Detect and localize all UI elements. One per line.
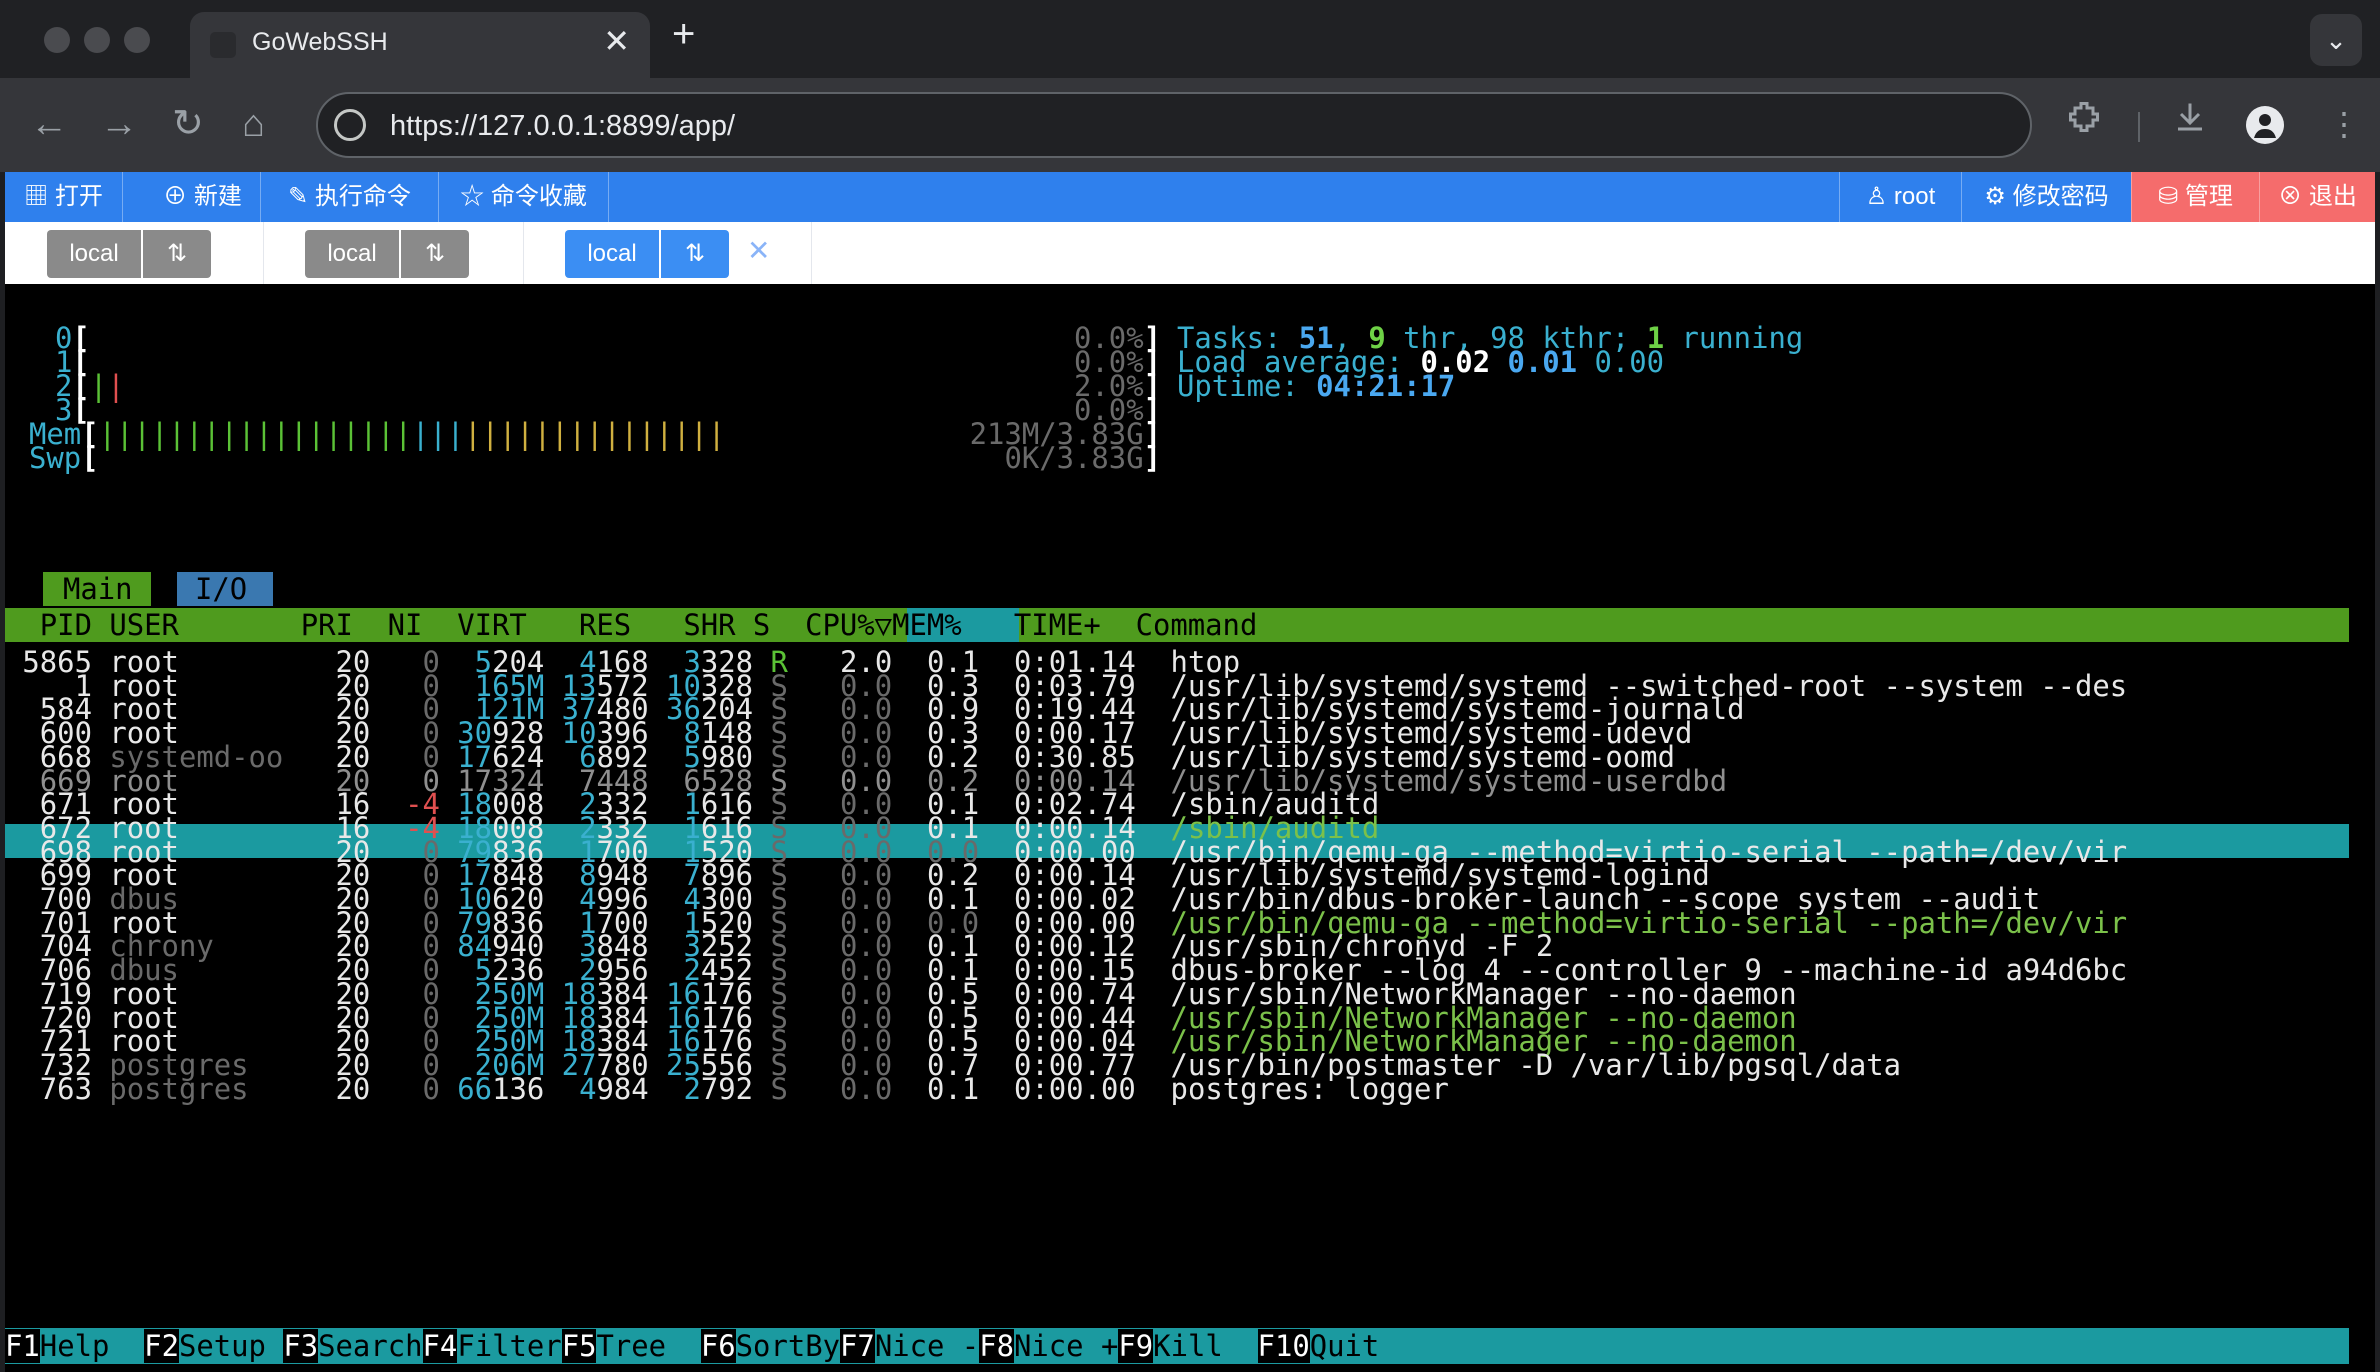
function-key: F7 xyxy=(840,1329,875,1363)
favicon-icon xyxy=(210,32,236,58)
logout-button[interactable]: ⊗ 退出 xyxy=(2259,172,2375,222)
window-close-button[interactable] xyxy=(44,27,70,53)
window-minimize-button[interactable] xyxy=(84,27,110,53)
session-divider xyxy=(523,222,524,284)
close-session-icon[interactable]: ✕ xyxy=(747,234,770,267)
browser-tab[interactable]: GoWebSSH ✕ xyxy=(190,12,650,78)
process-row[interactable]: 763 postgres 20 0 66136 4984 2792 S 0.0 … xyxy=(5,1071,1449,1107)
gear-icon: ⚙ xyxy=(1984,183,2006,210)
new-label: 新建 xyxy=(193,183,242,210)
session-label[interactable]: local xyxy=(47,230,141,278)
tab-search-button[interactable]: ⌄ xyxy=(2310,14,2362,66)
switch-session-icon[interactable]: ⇅ xyxy=(143,230,211,278)
function-key-label: Kill xyxy=(1153,1329,1258,1363)
function-key: F5 xyxy=(561,1329,597,1363)
function-key-label: Nice + xyxy=(1014,1329,1119,1363)
browser-menu-icon[interactable]: ⋮ xyxy=(2328,96,2360,152)
app-menubar: ▦ 打开 ⊕ 新建 ✎ 执行命令 ☆ 命令收藏 ♙ root ⚙ 修改密码 ⛁ … xyxy=(5,172,2375,222)
execute-command-label: 执行命令 xyxy=(314,183,411,210)
profile-avatar-icon[interactable] xyxy=(2246,106,2284,144)
function-key-label: Filter xyxy=(457,1329,562,1363)
terminal[interactable]: 0[ 1[ 2[|| 3[ Mem[||||||||||||||||||||||… xyxy=(5,284,2375,1372)
function-key-label: Search xyxy=(318,1329,423,1363)
browser-toolbar: ← → ↻ ⌂ https://127.0.0.1:8899/app/ ⋮ xyxy=(0,78,2380,172)
htop-tab-main-label: Main xyxy=(63,572,133,606)
function-key-label: Nice - xyxy=(874,1329,980,1363)
tab-close-icon[interactable]: ✕ xyxy=(603,22,630,60)
session-label[interactable]: local xyxy=(565,230,659,278)
command-favorites-label: 命令收藏 xyxy=(490,183,587,210)
reload-button[interactable]: ↻ xyxy=(172,100,204,148)
session-tab-bar: local ⇅ local ⇅ local ⇅ ✕ xyxy=(5,222,2375,284)
function-key: F3 xyxy=(283,1329,319,1363)
user-label: root xyxy=(1893,183,1936,210)
plus-circle-icon: ⊕ xyxy=(163,183,188,210)
change-password-label: 修改密码 xyxy=(2012,183,2109,210)
new-tab-button[interactable]: + xyxy=(672,12,695,57)
edit-icon: ✎ xyxy=(288,183,309,210)
function-key: F4 xyxy=(422,1329,458,1363)
user-button[interactable]: ♙ root xyxy=(1839,172,1961,222)
process-header[interactable]: PID USER PRI NI VIRT RES SHR S CPU%▽MEM%… xyxy=(5,608,1258,644)
function-key-label: Help xyxy=(39,1329,145,1363)
switch-session-icon[interactable]: ⇅ xyxy=(661,230,729,278)
uptime: Uptime: 04:21:17 xyxy=(1177,369,1456,403)
user-icon: ♙ xyxy=(1865,183,1888,210)
open-label: 打开 xyxy=(54,183,103,210)
function-key: F8 xyxy=(979,1329,1014,1363)
site-info-icon[interactable] xyxy=(334,109,366,141)
logout-label: 退出 xyxy=(2308,183,2357,210)
manage-button[interactable]: ⛁ 管理 xyxy=(2131,172,2259,222)
htop-tab-io-label: I/O xyxy=(195,572,248,606)
function-key: F2 xyxy=(144,1329,179,1363)
grid-icon: ▦ xyxy=(24,183,49,210)
function-key-label: SortBy xyxy=(735,1329,841,1363)
browser-tab-title: GoWebSSH xyxy=(252,28,388,56)
mem-meter: Mem[|||||||||||||||||||||||||||||||||||| xyxy=(29,417,726,451)
toolbar-divider xyxy=(2138,112,2140,142)
function-keys[interactable]: F1Help F2Setup F3SearchF4FilterF5Tree F6… xyxy=(5,1328,1379,1364)
session-divider xyxy=(811,222,812,284)
swap-meter: Swp[ xyxy=(29,441,99,475)
logout-icon: ⊗ xyxy=(2278,183,2303,210)
address-bar[interactable]: https://127.0.0.1:8899/app/ xyxy=(316,92,2032,158)
swap-value: 0K/3.83G] xyxy=(1004,441,1161,475)
switch-session-icon[interactable]: ⇅ xyxy=(401,230,469,278)
session-divider xyxy=(263,222,264,284)
database-icon: ⛁ xyxy=(2158,183,2179,210)
command-favorites-button[interactable]: ☆ 命令收藏 xyxy=(439,172,609,222)
function-key-label: Quit xyxy=(1309,1329,1380,1363)
home-button[interactable]: ⌂ xyxy=(242,100,265,148)
back-button[interactable]: ← xyxy=(30,100,68,148)
star-icon: ☆ xyxy=(460,183,485,210)
downloads-icon[interactable] xyxy=(2172,96,2208,152)
window-zoom-button[interactable] xyxy=(124,27,150,53)
extensions-icon[interactable] xyxy=(2066,96,2102,152)
manage-label: 管理 xyxy=(2184,183,2233,210)
function-key: F10 xyxy=(1257,1329,1310,1363)
browser-tab-strip: GoWebSSH ✕ + ⌄ xyxy=(0,0,2380,78)
function-key-label: Tree xyxy=(596,1329,701,1363)
forward-button[interactable]: → xyxy=(100,100,138,148)
function-key: F9 xyxy=(1118,1329,1154,1363)
new-button[interactable]: ⊕ 新建 xyxy=(145,172,261,222)
change-password-button[interactable]: ⚙ 修改密码 xyxy=(1961,172,2131,222)
address-url[interactable]: https://127.0.0.1:8899/app/ xyxy=(390,110,735,143)
function-key-label: Setup xyxy=(178,1329,284,1363)
execute-command-button[interactable]: ✎ 执行命令 xyxy=(261,172,439,222)
function-key: F6 xyxy=(700,1329,736,1363)
session-label[interactable]: local xyxy=(305,230,399,278)
open-menu-button[interactable]: ▦ 打开 xyxy=(5,172,123,222)
function-key: F1 xyxy=(5,1329,40,1363)
